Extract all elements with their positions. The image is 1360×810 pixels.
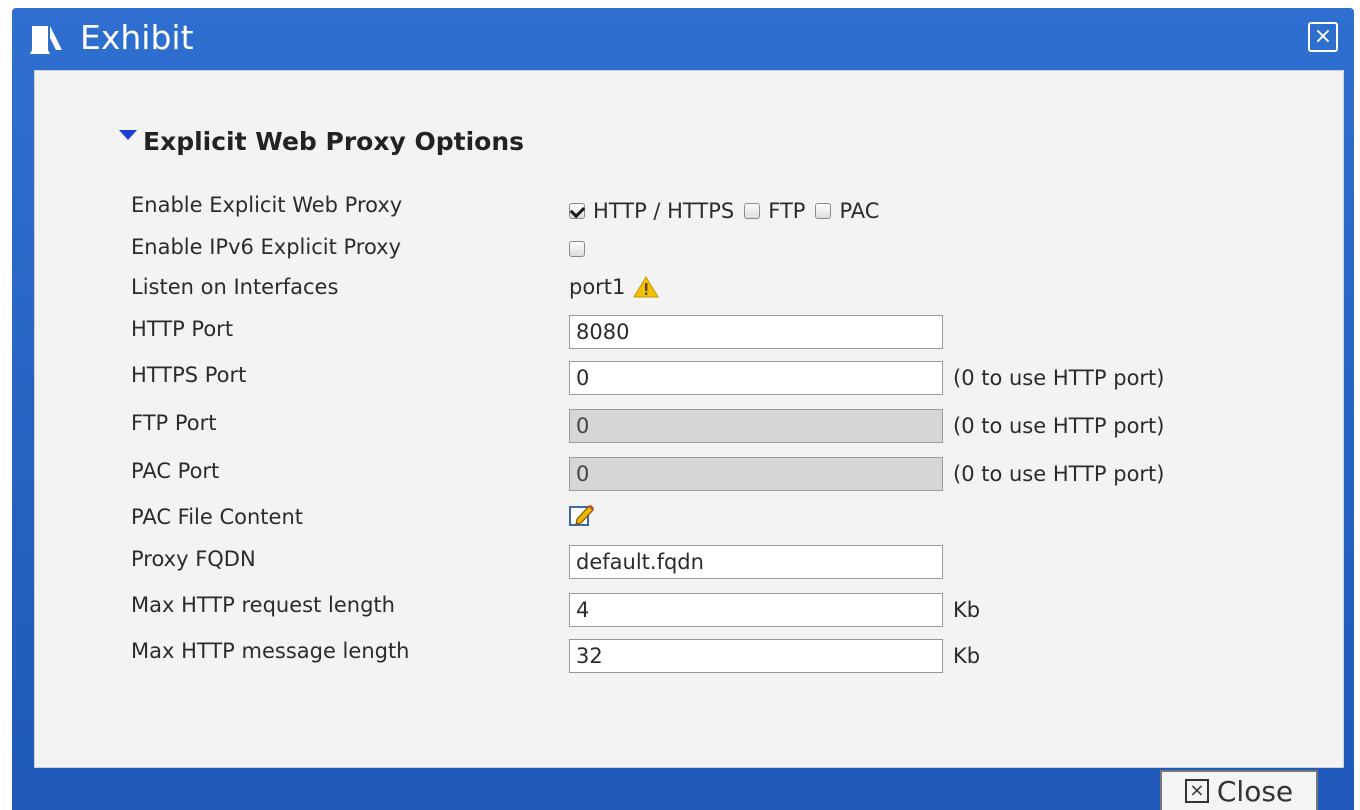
proxy-fqdn-input[interactable] [569,545,943,579]
http-https-checkbox[interactable] [569,203,585,219]
pac-port-input [569,457,943,491]
proxy-options-panel: Explicit Web Proxy Options Enable Explic… [34,70,1344,768]
section-header[interactable]: Explicit Web Proxy Options [119,127,524,156]
title-bar: Exhibit × [12,8,1354,70]
ftp-port-field: (0 to use HTTP port) [569,409,1165,443]
max-request-label: Max HTTP request length [131,593,395,617]
http-https-label: HTTP / HTTPS [593,199,735,223]
max-request-field: Kb [569,593,980,627]
http-port-input[interactable] [569,315,943,349]
max-message-input[interactable] [569,639,943,673]
close-icon[interactable]: × [1308,22,1338,52]
listen-interfaces-field: port1 [569,275,660,299]
pac-file-label: PAC File Content [131,505,303,529]
listen-interfaces-label: Listen on Interfaces [131,275,339,299]
pac-file-field [569,503,595,527]
window-title: Exhibit [80,18,194,57]
collapse-arrow-icon[interactable] [119,129,137,140]
max-message-label: Max HTTP message length [131,639,410,663]
close-button-icon: × [1184,779,1209,803]
http-port-field [569,315,943,349]
close-button-label: Close [1216,774,1294,808]
enable-explicit-proxy-label: Enable Explicit Web Proxy [131,193,403,217]
exhibit-icon [30,26,62,54]
ftp-port-input [569,409,943,443]
enable-ipv6-field [569,241,585,257]
https-port-input[interactable] [569,361,943,395]
max-request-input[interactable] [569,593,943,627]
https-port-field: (0 to use HTTP port) [569,361,1165,395]
exhibit-window: Exhibit × Explicit Web Proxy Options Ena… [12,8,1354,810]
pac-port-field: (0 to use HTTP port) [569,457,1165,491]
max-message-unit: Kb [953,644,981,668]
pac-port-hint: (0 to use HTTP port) [953,462,1165,486]
interface-value: port1 [569,275,626,299]
proxy-fqdn-label: Proxy FQDN [131,547,256,571]
ftp-port-hint: (0 to use HTTP port) [953,414,1165,438]
max-message-field: Kb [569,639,980,673]
proxy-fqdn-field [569,545,943,579]
edit-icon[interactable] [569,503,595,527]
section-title: Explicit Web Proxy Options [143,127,524,156]
ftp-checkbox[interactable] [744,203,761,219]
ipv6-checkbox[interactable] [569,241,585,257]
ftp-port-label: FTP Port [131,411,217,435]
enable-ipv6-label: Enable IPv6 Explicit Proxy [131,235,402,259]
enable-explicit-proxy-options: HTTP / HTTPS FTP PAC [569,199,889,223]
max-request-unit: Kb [953,598,981,622]
pac-label: PAC [839,199,880,223]
pac-port-label: PAC Port [131,459,220,483]
pac-checkbox[interactable] [815,203,832,219]
warning-icon[interactable] [633,276,660,298]
http-port-label: HTTP Port [131,317,234,341]
https-port-label: HTTPS Port [131,363,247,387]
ftp-label: FTP [768,199,806,223]
https-port-hint: (0 to use HTTP port) [953,366,1165,390]
close-button[interactable]: × Close [1160,770,1318,810]
